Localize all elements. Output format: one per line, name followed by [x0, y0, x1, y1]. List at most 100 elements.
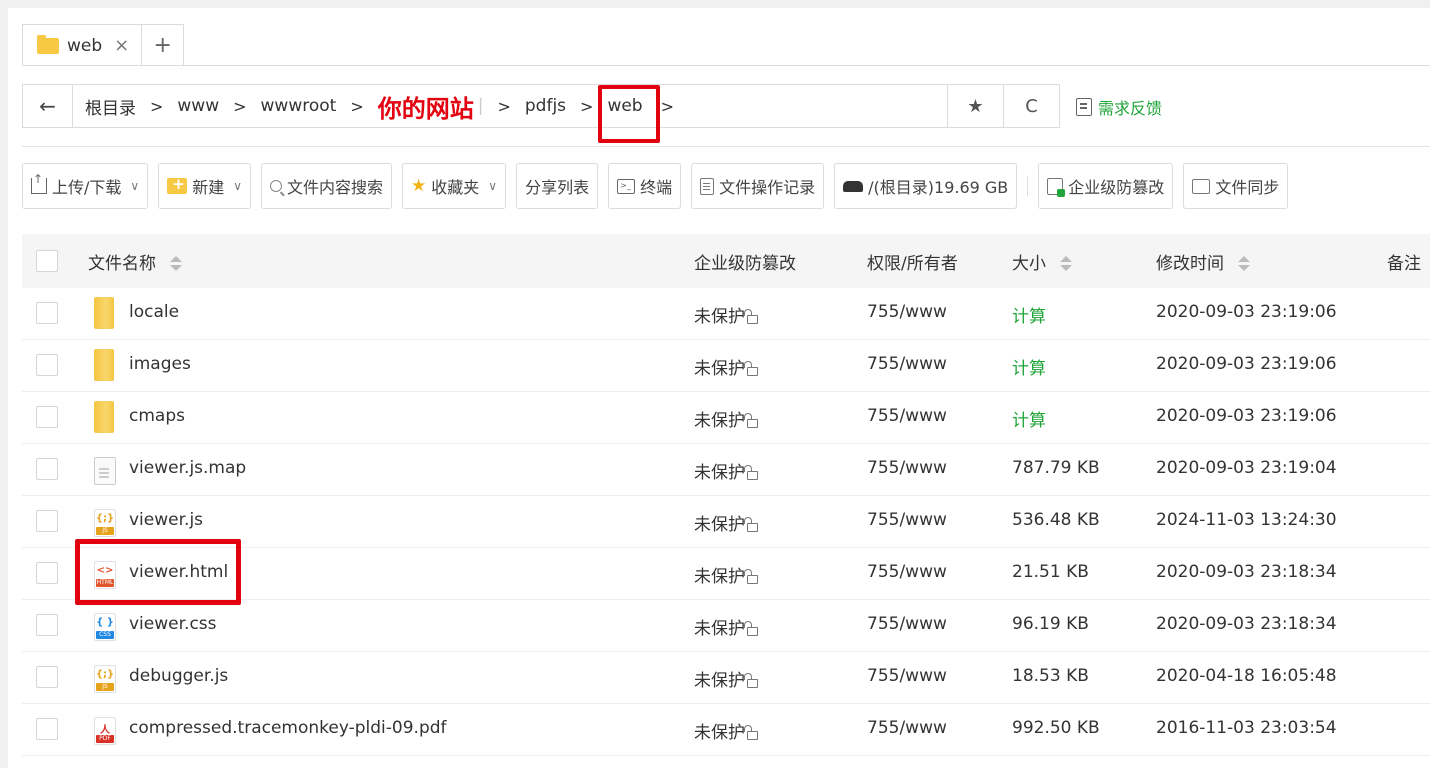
file-name[interactable]: cmaps — [129, 406, 185, 426]
crumb-your-site[interactable]: 你的网站 — [378, 89, 474, 124]
size-calc-link[interactable]: 计算 — [1012, 406, 1046, 431]
back-button[interactable]: ← — [23, 85, 73, 127]
permission[interactable]: 755/www — [867, 354, 947, 374]
header-mtime-label: 修改时间 — [1156, 253, 1224, 274]
permission[interactable]: 755/www — [867, 406, 947, 426]
crumb-root[interactable]: 根目录 — [85, 94, 136, 119]
tab-label: web — [67, 35, 103, 56]
new-label: 新建 — [192, 178, 225, 197]
divider — [22, 146, 1430, 147]
permission[interactable]: 755/www — [867, 510, 947, 530]
js-file-icon: {;} JS — [94, 509, 116, 537]
crumb-www[interactable]: www — [177, 96, 219, 116]
table-row[interactable]: { } CSS viewer.css 未保护 755/www 96.19 KB 2… — [22, 600, 1430, 652]
tamper-status[interactable]: 未保护 — [694, 666, 758, 691]
file-name[interactable]: locale — [129, 302, 179, 322]
permission[interactable]: 755/www — [867, 718, 947, 738]
tab-bar: web × + — [22, 24, 185, 66]
row-checkbox[interactable] — [36, 458, 58, 480]
tamper-status[interactable]: 未保护 — [694, 458, 758, 483]
permission[interactable]: 755/www — [867, 562, 947, 582]
upload-label: 上传/下载 — [52, 178, 122, 197]
feedback-link[interactable]: 需求反馈 — [1076, 95, 1162, 119]
sort-icon[interactable] — [1238, 255, 1250, 272]
tamper-status[interactable]: 未保护 — [694, 510, 758, 535]
header-size[interactable]: 大小 — [1012, 249, 1072, 274]
js-label: JS — [96, 683, 114, 691]
size-calc-link[interactable]: 计算 — [1012, 302, 1046, 327]
header-tamper: 企业级防篡改 — [694, 253, 796, 274]
refresh-button[interactable]: C — [1003, 85, 1059, 127]
crumb-wwwroot[interactable]: wwwroot — [261, 96, 337, 116]
table-row[interactable]: viewer.js.map 未保护 755/www 787.79 KB 2020… — [22, 444, 1430, 496]
css-label: CSS — [96, 631, 114, 639]
upload-download-button[interactable]: 上传/下载 ∨ — [22, 163, 149, 209]
tamper-status[interactable]: 未保护 — [694, 406, 758, 431]
terminal-button[interactable]: >_ 终端 — [608, 163, 682, 209]
file-name[interactable]: compressed.tracemonkey-pldi-09.pdf — [129, 718, 447, 738]
header-mtime[interactable]: 修改时间 — [1156, 249, 1250, 274]
header-size-label: 大小 — [1012, 253, 1046, 274]
file-name[interactable]: viewer.css — [129, 614, 217, 634]
file-name[interactable]: images — [129, 354, 191, 374]
file-name[interactable]: debugger.js — [129, 666, 228, 686]
unlock-icon — [744, 621, 758, 636]
file-sync-button[interactable]: 文件同步 — [1183, 163, 1289, 209]
tamper-status[interactable]: 未保护 — [694, 614, 758, 639]
new-button[interactable]: 新建 ∨ — [158, 163, 252, 209]
sort-icon[interactable] — [1060, 255, 1072, 272]
crumb-web[interactable]: web — [598, 85, 661, 143]
crumb-pdfjs[interactable]: pdfjs — [525, 96, 566, 116]
crumb-pipe: | — [477, 96, 484, 116]
tab-divider — [22, 65, 1430, 66]
table-row[interactable]: {;} JS debugger.js 未保护 755/www 18.53 KB 2… — [22, 652, 1430, 704]
file-name[interactable]: viewer.js.map — [129, 458, 246, 478]
table-row[interactable]: images 未保护 755/www 计算 2020-09-03 23:19:0… — [22, 340, 1430, 392]
permission[interactable]: 755/www — [867, 302, 947, 322]
mtime: 2020-04-18 16:05:48 — [1156, 666, 1337, 686]
tab-web[interactable]: web × — [22, 24, 143, 66]
permission[interactable]: 755/www — [867, 666, 947, 686]
disk-button[interactable]: /(根目录)19.69 GB — [834, 163, 1018, 209]
mtime: 2020-09-03 23:18:34 — [1156, 562, 1337, 582]
row-checkbox[interactable] — [36, 510, 58, 532]
operation-log-button[interactable]: 文件操作记录 — [691, 163, 825, 209]
row-checkbox[interactable] — [36, 614, 58, 636]
crumb-separator: > — [350, 96, 364, 116]
crumb-separator: > — [150, 96, 164, 116]
favorites-button[interactable]: ★ 收藏夹 ∨ — [402, 163, 507, 209]
js-file-icon: {;} JS — [94, 665, 116, 693]
share-list-button[interactable]: 分享列表 — [516, 163, 599, 209]
table-row[interactable]: 人 PDF compressed.tracemonkey-pldi-09.pdf … — [22, 704, 1430, 756]
tamper-status[interactable]: 未保护 — [694, 718, 758, 743]
favorite-star-button[interactable]: ★ — [947, 85, 1003, 127]
table-row[interactable]: locale 未保护 755/www 计算 2020-09-03 23:19:0… — [22, 288, 1430, 340]
add-tab-button[interactable]: + — [142, 24, 185, 66]
select-all-checkbox[interactable] — [36, 250, 58, 272]
permission[interactable]: 755/www — [867, 614, 947, 634]
sync-label: 文件同步 — [1215, 178, 1280, 197]
row-checkbox[interactable] — [36, 354, 58, 376]
tamper-status[interactable]: 未保护 — [694, 354, 758, 379]
row-checkbox[interactable] — [36, 666, 58, 688]
mtime: 2020-09-03 23:19:06 — [1156, 302, 1337, 322]
header-name[interactable]: 文件名称 — [88, 249, 182, 274]
row-checkbox[interactable] — [36, 562, 58, 584]
tamper-protect-button[interactable]: 企业级防篡改 — [1038, 163, 1174, 209]
table-row[interactable]: cmaps 未保护 755/www 计算 2020-09-03 23:19:06 — [22, 392, 1430, 444]
row-checkbox[interactable] — [36, 406, 58, 428]
disk-icon — [843, 180, 864, 192]
unlock-icon — [744, 673, 758, 688]
content-search-button[interactable]: 文件内容搜索 — [261, 163, 393, 209]
tamper-status[interactable]: 未保护 — [694, 302, 758, 327]
sort-icon[interactable] — [170, 255, 182, 272]
size-calc-link[interactable]: 计算 — [1012, 354, 1046, 379]
permission[interactable]: 755/www — [867, 458, 947, 478]
file-table-body: locale 未保护 755/www 计算 2020-09-03 23:19:0… — [22, 288, 1430, 756]
file-name[interactable]: viewer.js — [129, 510, 203, 530]
tamper-status[interactable]: 未保护 — [694, 562, 758, 587]
row-checkbox[interactable] — [36, 302, 58, 324]
file-size: 536.48 KB — [1012, 510, 1100, 530]
close-icon[interactable]: × — [114, 35, 129, 56]
row-checkbox[interactable] — [36, 718, 58, 740]
